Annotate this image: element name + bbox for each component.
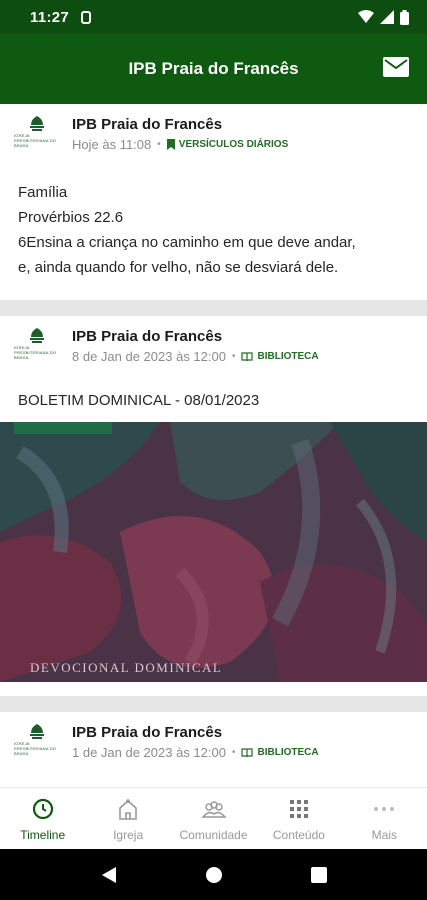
nav-label: Timeline [20,828,66,842]
post-image-art [0,422,427,682]
mail-icon[interactable] [383,57,409,77]
post-meta: Hoje às 11:08 • VERSÍCULOS DIÁRIOS [72,137,288,152]
post-author[interactable]: IPB Praia do Francês [72,724,319,741]
author-block: IPB Praia do Francês Hoje às 11:08 • VER… [72,116,288,152]
church-logo: IGREJA PRESBITERIANA DO BRASIL [14,328,60,364]
post-meta: 1 de Jan de 2023 às 12:00 • BIBLIOTECA [72,745,319,760]
logo-text: IGREJA PRESBITERIANA DO BRASIL [14,741,57,756]
church-logo-icon [30,724,44,739]
status-bar: 11:27 [0,0,427,34]
battery-icon [400,9,409,25]
image-caption: DEVOCIONAL DOMINICAL [30,660,223,675]
tag-label: VERSÍCULOS DIÁRIOS [178,139,289,150]
body-line: Família [18,184,68,201]
church-logo: IGREJA PRESBITERIANA DO BRASIL [14,116,60,152]
wifi-icon [358,10,374,23]
recents-icon[interactable] [310,866,327,883]
body-line: 6Ensina a criança no caminho em que deve… [18,234,356,251]
nav-conteudo[interactable]: Conteúdo [256,788,341,849]
book-icon [241,351,254,361]
church-logo-icon [30,116,44,131]
status-icons [358,9,409,25]
post-header: IGREJA PRESBITERIANA DO BRASIL IPB Praia… [14,724,319,760]
nav-label: Comunidade [179,828,248,842]
nav-label: Mais [371,828,397,842]
post-card[interactable]: IGREJA PRESBITERIANA DO BRASIL IPB Praia… [0,316,427,696]
post-title[interactable]: BOLETIM DOMINICAL - 08/01/2023 [18,392,259,409]
post-image[interactable]: DEVOCIONAL DOMINICAL [0,422,427,682]
nav-label: Igreja [113,828,144,842]
body-line: e, ainda quando for velho, não se desvia… [18,259,339,276]
post-card[interactable]: IGREJA PRESBITERIANA DO BRASIL IPB Praia… [0,712,427,787]
post-category-tag[interactable]: VERSÍCULOS DIÁRIOS [166,139,289,150]
post-body: Família Provérbios 22.6 6Ensina a crianç… [18,180,356,280]
back-icon[interactable] [101,866,117,884]
nav-label: Conteúdo [272,828,325,842]
nav-timeline[interactable]: Timeline [0,788,85,849]
more-icon [371,796,397,822]
nav-igreja[interactable]: Igreja [85,788,170,849]
timeline-feed[interactable]: IGREJA PRESBITERIANA DO BRASIL IPB Praia… [0,104,427,787]
community-icon [200,796,227,822]
post-author[interactable]: IPB Praia do Francês [72,116,288,133]
post-header: IGREJA PRESBITERIANA DO BRASIL IPB Praia… [14,328,319,364]
post-meta: 8 de Jan de 2023 às 12:00 • BIBLIOTECA [72,349,319,364]
post-header: IGREJA PRESBITERIANA DO BRASIL IPB Praia… [14,116,288,152]
post-time: Hoje às 11:08 [72,137,152,152]
post-time: 1 de Jan de 2023 às 12:00 [72,745,226,760]
app-title: IPB Praia do Francês [128,59,299,78]
logo-text: IGREJA PRESBITERIANA DO BRASIL [14,345,57,360]
post-category-tag[interactable]: BIBLIOTECA [241,351,319,362]
status-time: 11:27 [30,8,70,26]
nav-comunidade[interactable]: Comunidade [171,788,256,849]
church-icon [115,796,141,822]
post-time: 8 de Jan de 2023 às 12:00 [72,349,226,364]
clock-icon [30,796,56,822]
tag-label: BIBLIOTECA [257,747,319,758]
notification-icon [81,10,92,24]
book-icon [241,747,254,757]
author-block: IPB Praia do Francês 1 de Jan de 2023 às… [72,724,319,760]
meta-separator: • [231,351,236,362]
tag-label: BIBLIOTECA [257,351,319,362]
bookmark-icon [166,139,175,150]
nav-mais[interactable]: Mais [342,788,427,849]
church-logo-icon [30,328,44,343]
meta-separator: • [231,747,236,758]
app-screen: 11:27 IPB Praia do Francês IGREJA PRESBI… [0,0,427,900]
home-icon[interactable] [205,866,223,884]
bottom-navigation: Timeline Igreja Comunidade Conteúdo Mais [0,787,427,849]
signal-icon [380,10,394,24]
author-block: IPB Praia do Francês 8 de Jan de 2023 às… [72,328,319,364]
post-card[interactable]: IGREJA PRESBITERIANA DO BRASIL IPB Praia… [0,104,427,300]
logo-text: IGREJA PRESBITERIANA DO BRASIL [14,133,57,148]
body-line: Provérbios 22.6 [18,209,124,226]
app-bar: IPB Praia do Francês [0,34,427,104]
post-author[interactable]: IPB Praia do Francês [72,328,319,345]
church-logo: IGREJA PRESBITERIANA DO BRASIL [14,724,60,760]
system-navigation-bar [0,849,427,900]
grid-icon [286,796,312,822]
post-category-tag[interactable]: BIBLIOTECA [241,747,319,758]
meta-separator: • [157,139,161,150]
